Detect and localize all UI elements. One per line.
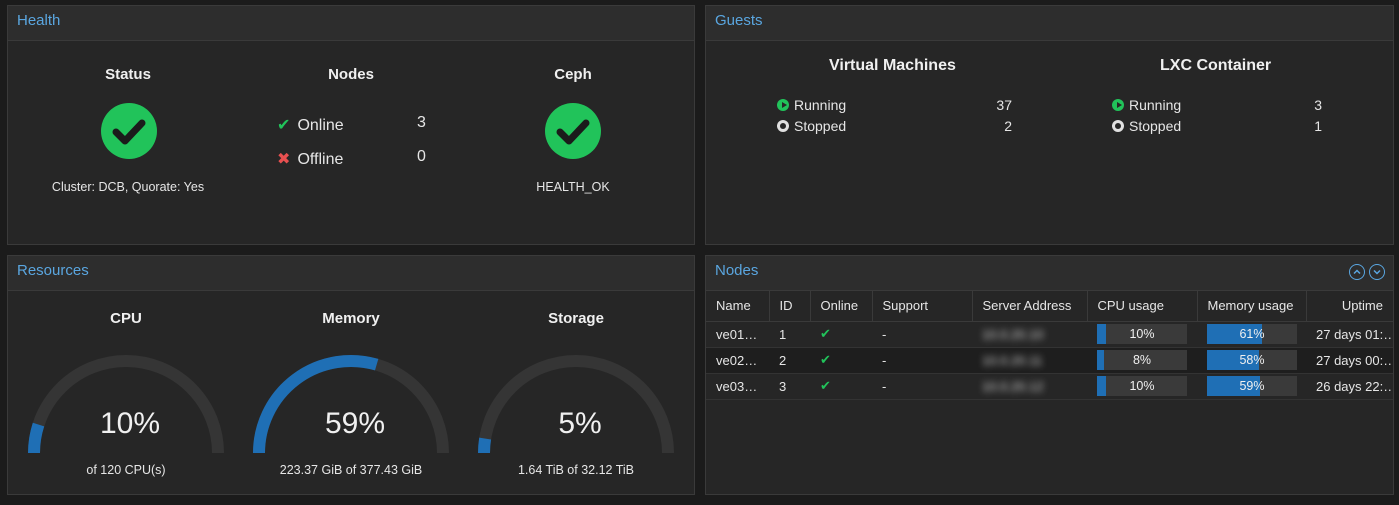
nodes-offline-count: 0 (417, 148, 426, 165)
guests-panel: Guests Virtual Machines Running 37 Stopp… (705, 5, 1394, 245)
ceph-status-text: HEALTH_OK (536, 180, 610, 194)
vm-running-count: 37 (996, 97, 1012, 113)
storage-gauge-sub: 1.64 TiB of 32.12 TiB (517, 463, 635, 477)
node-server-address: 10.0.20.10 (972, 321, 1087, 348)
node-support: - (872, 347, 972, 374)
collapse-up-icon[interactable] (1349, 264, 1365, 280)
node-id: 1 (769, 321, 810, 348)
status-title: Status (105, 66, 151, 83)
nodes-table: Name ID Online Support Server Address CP… (706, 291, 1393, 400)
stop-circle-icon (1112, 120, 1124, 132)
resources-panel: Resources CPU 10% of 120 CPU(s) Memory 5… (7, 255, 695, 495)
table-header-row: Name ID Online Support Server Address CP… (706, 291, 1393, 322)
cpu-title: CPU (110, 310, 142, 327)
node-cpu-usage: 8% (1087, 347, 1197, 374)
nodes-panel-title: Nodes (715, 262, 759, 279)
nodes-online-row: ✔ Online (277, 115, 344, 135)
column-header-uptime[interactable]: Uptime (1306, 291, 1393, 322)
table-row[interactable]: ve03… 3 ✔ - 10.0.20.12 10% 59% 26 days 2… (706, 373, 1393, 400)
expand-down-icon[interactable] (1369, 264, 1385, 280)
node-uptime: 27 days 01:… (1306, 321, 1393, 348)
vm-running-label: Running (794, 97, 847, 113)
node-support: - (872, 373, 972, 400)
nodes-panel-header: Nodes (706, 256, 1393, 291)
node-memory-usage: 59% (1197, 373, 1306, 400)
column-header-online[interactable]: Online (810, 291, 873, 322)
lxc-running-count: 3 (1314, 97, 1322, 113)
lxc-running-label: Running (1129, 97, 1182, 113)
table-row[interactable]: ve02… 2 ✔ - 10.0.20.11 8% 58% 27 days 00… (706, 347, 1393, 374)
node-server-address: 10.0.20.11 (972, 347, 1087, 374)
column-header-name[interactable]: Name (706, 291, 770, 322)
guests-panel-title: Guests (706, 6, 1393, 41)
column-header-server-address[interactable]: Server Address (972, 291, 1088, 322)
node-name: ve03… (706, 373, 769, 400)
nodes-online-count: 3 (417, 114, 426, 131)
node-support: - (872, 321, 972, 348)
column-header-id[interactable]: ID (769, 291, 811, 322)
cpu-gauge (28, 355, 224, 454)
storage-title: Storage (548, 310, 604, 327)
lxc-stopped-count: 1 (1314, 118, 1322, 134)
node-server-address: 10.0.20.12 (972, 373, 1087, 400)
storage-gauge (478, 355, 674, 454)
lxc-running-row: Running (1112, 97, 1181, 113)
memory-gauge-sub: 223.37 GiB of 377.43 GiB (279, 463, 423, 477)
x-icon: ✖ (277, 151, 291, 168)
node-uptime: 26 days 22:… (1306, 373, 1393, 400)
vm-running-row: Running (777, 97, 846, 113)
memory-gauge (253, 355, 449, 454)
vm-stopped-count: 2 (1004, 118, 1012, 134)
health-panel-title: Health (8, 6, 694, 41)
play-circle-icon (1112, 99, 1124, 111)
check-icon: ✔ (277, 117, 291, 134)
cpu-gauge-sub: of 120 CPU(s) (86, 463, 166, 477)
node-memory-usage: 61% (1197, 321, 1306, 348)
vm-stopped-label: Stopped (794, 118, 847, 134)
node-id: 2 (769, 347, 810, 374)
online-check-icon: ✔ (810, 373, 872, 400)
node-name: ve01… (706, 321, 769, 348)
stop-circle-icon (777, 120, 789, 132)
node-cpu-usage: 10% (1087, 321, 1197, 348)
nodes-online-label: Online (297, 117, 344, 134)
node-cpu-usage: 10% (1087, 373, 1197, 400)
lxc-stopped-row: Stopped (1112, 118, 1181, 134)
node-uptime: 27 days 00:… (1306, 347, 1393, 374)
nodes-panel: Nodes Name ID Online Support Server Addr… (705, 255, 1394, 495)
online-check-icon: ✔ (810, 321, 872, 348)
column-header-cpu-usage[interactable]: CPU usage (1087, 291, 1198, 322)
lxc-stopped-label: Stopped (1129, 118, 1182, 134)
ceph-check-circle-icon (545, 103, 601, 159)
health-panel: Health Status Cluster: DCB, Quorate: Yes… (7, 5, 695, 245)
lxc-title: LXC Container (1160, 57, 1272, 74)
memory-title: Memory (322, 310, 380, 327)
online-check-icon: ✔ (810, 347, 872, 374)
column-header-support[interactable]: Support (872, 291, 973, 322)
vm-stopped-row: Stopped (777, 118, 846, 134)
node-name: ve02… (706, 347, 769, 374)
table-row[interactable]: ve01… 1 ✔ - 10.0.20.10 10% 61% 27 days 0… (706, 321, 1393, 348)
nodes-offline-row: ✖ Offline (277, 149, 343, 169)
status-text: Cluster: DCB, Quorate: Yes (51, 180, 205, 194)
storage-gauge-value: 5% (558, 407, 602, 440)
status-check-circle-icon (101, 103, 157, 159)
ceph-title: Ceph (554, 66, 592, 83)
nodes-offline-label: Offline (297, 151, 344, 168)
memory-gauge-value: 59% (324, 407, 386, 440)
nodes-title: Nodes (328, 66, 374, 83)
node-memory-usage: 58% (1197, 347, 1306, 374)
node-id: 3 (769, 373, 810, 400)
column-header-memory-usage[interactable]: Memory usage (1197, 291, 1307, 322)
resources-panel-title: Resources (8, 256, 694, 291)
play-circle-icon (777, 99, 789, 111)
vm-title: Virtual Machines (829, 57, 956, 74)
cpu-gauge-value: 10% (99, 407, 161, 440)
